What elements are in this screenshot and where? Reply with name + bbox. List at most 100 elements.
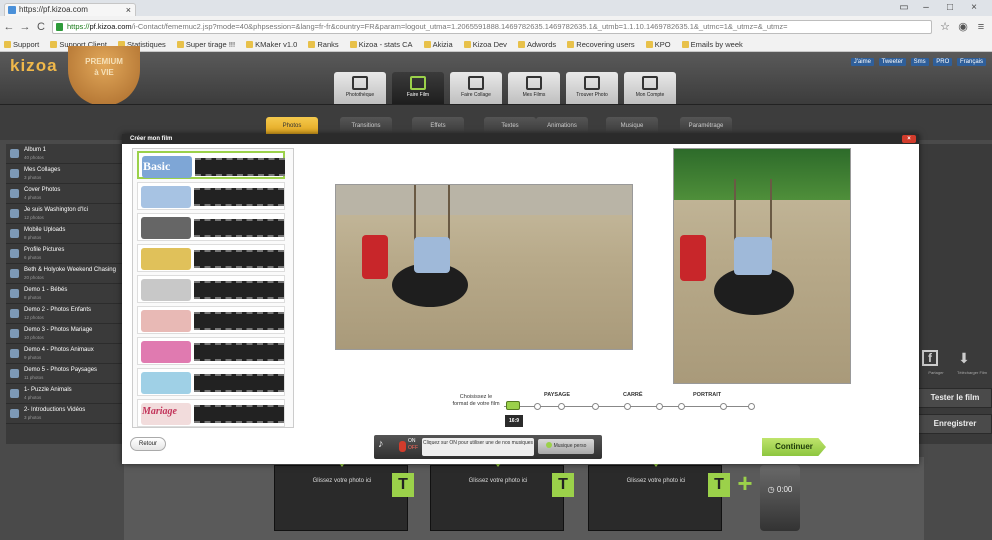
address-bar[interactable]: https://pf.kizoa.com/i-Contact/fememuc2.… [52, 20, 932, 34]
retour-button[interactable]: Retour [130, 437, 166, 451]
album-item[interactable]: Mes Collages 3 photos [6, 164, 124, 184]
mode-mes-films[interactable]: Mes Films [508, 72, 560, 104]
browser-tab[interactable]: https://pf.kizoa.com × [4, 3, 136, 16]
pro-button[interactable]: PRO [933, 58, 953, 66]
bookmark-item[interactable]: Super tirage !!! [176, 38, 235, 51]
album-item[interactable]: Cover Photos 4 photos [6, 184, 124, 204]
bookmark-item[interactable]: KPO [645, 38, 671, 51]
folder-icon [4, 41, 11, 48]
theme-item[interactable] [137, 213, 285, 241]
mode-phototheque[interactable]: Photothèque [334, 72, 386, 104]
tweet-button[interactable]: Tweeter [878, 58, 906, 66]
theme-item[interactable] [137, 337, 285, 365]
kizoa-logo[interactable]: kizoa [10, 56, 58, 76]
album-item[interactable]: Demo 3 - Photos Mariage 10 photos [6, 324, 124, 344]
language-select[interactable]: Français [956, 58, 986, 66]
add-text-button[interactable]: T [392, 473, 414, 497]
album-item[interactable]: Demo 5 - Photos Paysages 11 photos [6, 364, 124, 384]
tab-textes[interactable]: Textes [484, 117, 536, 135]
musique-perso-button[interactable]: Musique perso [538, 439, 594, 454]
navigation-bar: ← → C https://pf.kizoa.com/i-Contact/fem… [0, 17, 992, 37]
reload-icon[interactable]: C [34, 20, 48, 34]
tab-transitions[interactable]: Transitions [340, 117, 392, 135]
format-slider-handle[interactable] [506, 401, 520, 410]
mode-faire-film[interactable]: Faire Film [392, 72, 444, 104]
download-icon[interactable]: ⬇ [956, 350, 972, 366]
album-item[interactable]: Beth & Holyoke Weekend Chasing 20 photos [6, 264, 124, 284]
window-minimize-button[interactable]: – [916, 2, 936, 14]
enregistrer-button[interactable]: Enregistrer [918, 414, 992, 434]
bookmark-item[interactable]: Akizia [423, 38, 453, 51]
format-stop[interactable] [656, 403, 663, 410]
tab-parametrage[interactable]: Paramétrage [680, 117, 732, 135]
album-item[interactable]: 2- Introductions Vidéos 3 photos [6, 404, 124, 424]
tester-film-button[interactable]: Tester le film [918, 388, 992, 408]
album-item[interactable]: Profile Pictures 6 photos [6, 244, 124, 264]
format-stop[interactable] [592, 403, 599, 410]
menu-icon[interactable]: ≡ [974, 20, 988, 34]
bookmark-item[interactable]: Adwords [518, 38, 556, 51]
format-stop[interactable] [534, 403, 541, 410]
photo-drop-slot[interactable]: Glissez votre photo ici [430, 458, 564, 531]
album-icon [10, 409, 19, 418]
add-slot-icon[interactable]: + [734, 470, 756, 496]
tab-effets[interactable]: Effets [412, 117, 464, 135]
album-item[interactable]: Demo 1 - Bébés 8 photos [6, 284, 124, 304]
bookmark-item[interactable]: Support [4, 38, 39, 51]
bookmark-item[interactable]: Emails by week [681, 38, 743, 51]
bookmark-item[interactable]: Kizoa - stats CA [349, 38, 413, 51]
album-item[interactable]: Mobile Uploads 8 photos [6, 224, 124, 244]
format-stop[interactable] [720, 403, 727, 410]
music-add-icon [545, 442, 552, 448]
album-item[interactable]: Album 1 40 photos [6, 144, 124, 164]
forward-icon[interactable]: → [18, 20, 32, 34]
format-stop[interactable] [678, 403, 685, 410]
like-button[interactable]: J'aime [850, 58, 874, 66]
share-icon[interactable]: f [922, 350, 938, 366]
tab-musique[interactable]: Musique [606, 117, 658, 135]
photo-drop-slot[interactable]: Glissez votre photo ici [588, 458, 722, 531]
modal-close-button[interactable]: × [902, 135, 916, 143]
album-item[interactable]: 1- Puzzle Animals 4 photos [6, 384, 124, 404]
format-stop[interactable] [558, 403, 565, 410]
theme-item[interactable]: Mariage [137, 399, 285, 427]
photo-drop-slot[interactable]: Glissez votre photo ici [274, 458, 408, 531]
tab-photos[interactable]: Photos [266, 117, 318, 135]
preview-portrait [673, 148, 851, 384]
bookmark-item[interactable]: Recovering users [567, 38, 635, 51]
bookmark-item[interactable]: Ranks [308, 38, 339, 51]
tab-animations[interactable]: Animations [536, 117, 588, 135]
window-maximize-button[interactable]: □ [940, 2, 960, 14]
album-item[interactable]: Je suis Washington d'Ici 12 photos [6, 204, 124, 224]
album-icon [10, 209, 19, 218]
theme-item[interactable] [137, 244, 285, 272]
collage-icon [468, 76, 484, 90]
window-user-icon[interactable]: ▭ [894, 2, 914, 14]
mode-trouver-photo[interactable]: Trouver Photo [566, 72, 618, 104]
theme-item[interactable] [137, 306, 285, 334]
mode-faire-collage[interactable]: Faire Collage [450, 72, 502, 104]
sms-button[interactable]: Sms [910, 58, 929, 66]
album-item[interactable]: Demo 4 - Photos Animaux 9 photos [6, 344, 124, 364]
theme-item[interactable] [137, 182, 285, 210]
ratio-value: 16:9 [505, 415, 523, 427]
star-icon[interactable]: ☆ [938, 20, 952, 34]
continuer-button[interactable]: Continuer [762, 438, 826, 456]
format-stop[interactable] [624, 403, 631, 410]
theme-item[interactable]: Basic [137, 151, 285, 179]
extension-icon[interactable]: ◉ [956, 20, 970, 34]
bookmark-item[interactable]: Kizoa Dev [463, 38, 507, 51]
theme-item[interactable] [137, 275, 285, 303]
mode-mon-compte[interactable]: Mon Compte [624, 72, 676, 104]
bookmark-item[interactable]: KMaker v1.0 [246, 38, 297, 51]
window-close-button[interactable]: × [964, 2, 984, 14]
folder-icon [349, 41, 357, 48]
format-stop[interactable] [748, 403, 755, 410]
add-text-button[interactable]: T [708, 473, 730, 497]
add-text-button[interactable]: T [552, 473, 574, 497]
back-icon[interactable]: ← [2, 20, 16, 34]
music-toggle[interactable]: ON OFF [398, 438, 420, 456]
album-item[interactable]: Demo 2 - Photos Enfants 12 photos [6, 304, 124, 324]
tab-close-icon[interactable]: × [126, 4, 131, 16]
theme-item[interactable] [137, 368, 285, 396]
